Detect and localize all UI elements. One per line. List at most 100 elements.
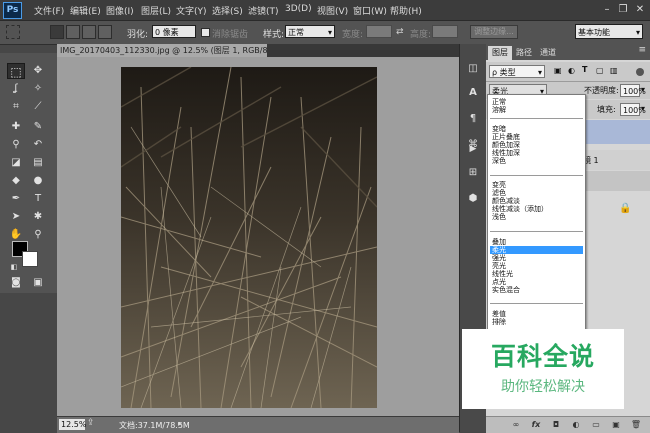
blend-option[interactable]: 正常 [490, 98, 583, 106]
blend-option[interactable]: 颜色减淡 [490, 197, 583, 205]
brush-tool-icon[interactable]: ✎ [29, 119, 47, 135]
path-selection-tool-icon[interactable]: ➤ [7, 209, 25, 225]
menu-window[interactable]: 窗口(W) [353, 4, 387, 17]
height-input[interactable] [432, 25, 458, 38]
crop-tool-icon[interactable]: ⌗ [7, 99, 25, 115]
blend-option-selected[interactable]: 柔光 [490, 246, 583, 254]
3d-panel-icon[interactable]: ⬢ [464, 190, 482, 208]
opacity-slider-icon[interactable]: ▾ [641, 85, 645, 94]
zoom-level[interactable]: 12.5% [59, 419, 86, 430]
new-selection-icon[interactable] [50, 25, 64, 39]
menu-file[interactable]: 文件(F) [34, 4, 64, 17]
blend-option[interactable]: 线性加深 [490, 149, 583, 157]
menu-image[interactable]: 图像(I) [106, 4, 134, 17]
blend-option[interactable]: 滤色 [490, 189, 583, 197]
menu-filter[interactable]: 滤镜(T) [248, 4, 279, 17]
pixel-filter-icon[interactable]: ▣ [554, 66, 562, 75]
eraser-tool-icon[interactable]: ◪ [7, 155, 25, 171]
menu-3d[interactable]: 3D(D) [285, 4, 312, 14]
blend-option[interactable]: 溶解 [490, 106, 583, 114]
blend-mode-dropdown[interactable]: 正常 溶解 变暗 正片叠底 颜色加深 线性加深 深色 变亮 滤色 颜色减淡 线性… [487, 94, 586, 332]
menu-layer[interactable]: 图层(L) [141, 4, 171, 17]
layer-filter-select[interactable]: ρ 类型 ▾ [489, 65, 545, 78]
document-tab[interactable]: IMG_20170403_112330.jpg @ 12.5% (图层 1, R… [57, 44, 267, 57]
history-brush-tool-icon[interactable]: ↶ [29, 137, 47, 153]
blend-option[interactable]: 实色混合 [490, 286, 583, 294]
fx-icon[interactable]: fx [530, 419, 542, 431]
actions-play-icon[interactable]: ▶ [464, 140, 482, 158]
layer-row-selected[interactable] [583, 120, 650, 144]
shape-filter-icon[interactable]: ▢ [596, 66, 604, 75]
rect-marquee-tool-icon[interactable]: ⬚ [7, 63, 25, 79]
status-menu-icon[interactable]: ▸ [178, 419, 182, 428]
adjustment-filter-icon[interactable]: ◐ [568, 66, 575, 75]
opacity-input[interactable]: 100% [620, 84, 646, 97]
blend-option[interactable]: 变暗 [490, 125, 583, 133]
shape-tool-icon[interactable]: ✱ [29, 209, 47, 225]
add-mask-icon[interactable]: ◘ [550, 419, 562, 431]
fill-input[interactable]: 100% [620, 103, 646, 116]
export-icon[interactable]: ⇪ [87, 418, 95, 428]
blend-option[interactable]: 正片叠底 [490, 133, 583, 141]
panel-menu-icon[interactable]: ≡ [638, 45, 646, 55]
menu-edit[interactable]: 编辑(E) [70, 4, 101, 17]
filter-toggle-icon[interactable] [636, 68, 644, 76]
dodge-tool-icon[interactable]: ● [29, 173, 47, 189]
restore-icon[interactable]: ❐ [616, 3, 630, 16]
healing-brush-tool-icon[interactable]: ✚ [7, 119, 25, 135]
blend-option[interactable]: 变亮 [490, 181, 583, 189]
feather-input[interactable]: 0 像素 [152, 25, 196, 38]
menu-help[interactable]: 帮助(H) [390, 4, 422, 17]
intersect-selection-icon[interactable] [98, 25, 112, 39]
tab-layers[interactable]: 图层 [488, 46, 512, 60]
blur-tool-icon[interactable]: ◆ [7, 173, 25, 189]
layer-row[interactable] [583, 171, 650, 191]
blend-option[interactable]: 颜色加深 [490, 141, 583, 149]
fill-slider-icon[interactable]: ▾ [641, 104, 645, 113]
zoom-tool-icon[interactable]: ⚲ [29, 227, 47, 243]
eyedropper-tool-icon[interactable]: ⟋ [29, 99, 47, 115]
blend-option[interactable]: 排除 [490, 318, 583, 326]
document-image[interactable] [121, 67, 377, 408]
gradient-tool-icon[interactable]: ▤ [29, 155, 47, 171]
trash-icon[interactable]: 🗑 [630, 419, 642, 431]
quick-mask-icon[interactable]: ◙ [7, 275, 25, 291]
type-tool-icon[interactable]: T [29, 191, 47, 207]
type-filter-icon[interactable]: T [582, 65, 587, 74]
move-tool-icon[interactable]: ✥ [29, 63, 47, 79]
blend-option[interactable]: 线性减淡（添加） [490, 205, 583, 213]
workspace-select[interactable]: 基本功能 ▾ [575, 24, 643, 39]
new-layer-icon[interactable]: ▣ [610, 419, 622, 431]
blend-option[interactable]: 亮光 [490, 262, 583, 270]
history-panel-icon[interactable]: ◫ [464, 60, 482, 78]
lasso-tool-icon[interactable]: ʆ [7, 81, 25, 97]
screen-mode-icon[interactable]: ▣ [29, 275, 47, 291]
link-layers-icon[interactable]: ∞ [510, 419, 522, 431]
blend-option[interactable]: 点光 [490, 278, 583, 286]
paragraph-panel-icon[interactable]: ¶ [464, 110, 482, 128]
menu-select[interactable]: 选择(S) [212, 4, 243, 17]
swap-icon[interactable]: ⇄ [396, 27, 404, 37]
blend-option[interactable]: 深色 [490, 157, 583, 165]
menu-type[interactable]: 文字(Y) [176, 4, 207, 17]
adjustment-layer-icon[interactable]: ◐ [570, 419, 582, 431]
clone-stamp-tool-icon[interactable]: ⚲ [7, 137, 25, 153]
magic-wand-tool-icon[interactable]: ✧ [29, 81, 47, 97]
tab-channels[interactable]: 通道 [536, 46, 560, 60]
width-input[interactable] [366, 25, 392, 38]
close-icon[interactable]: ✕ [633, 3, 647, 16]
character-panel-icon[interactable]: A [464, 84, 482, 102]
pen-tool-icon[interactable]: ✒ [7, 191, 25, 207]
blend-option[interactable]: 强光 [490, 254, 583, 262]
smart-object-filter-icon[interactable]: ▥ [610, 66, 618, 75]
default-colors-icon[interactable]: ◧ [5, 259, 23, 275]
marquee-preset-icon[interactable] [6, 25, 20, 39]
menu-view[interactable]: 视图(V) [317, 4, 348, 17]
blend-option[interactable]: 线性光 [490, 270, 583, 278]
refine-edge-button[interactable]: 调整边缘... [470, 25, 518, 39]
new-group-icon[interactable]: ▭ [590, 419, 602, 431]
blend-option[interactable]: 叠加 [490, 238, 583, 246]
minimize-icon[interactable]: – [600, 3, 614, 16]
style-select[interactable]: 正常 ▾ [285, 25, 335, 38]
subtract-selection-icon[interactable] [82, 25, 96, 39]
